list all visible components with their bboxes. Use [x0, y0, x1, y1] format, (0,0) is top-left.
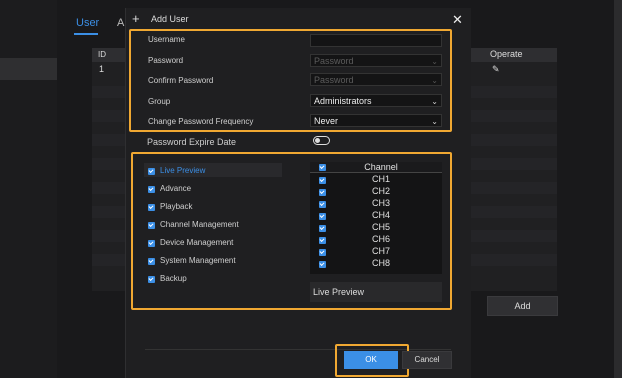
channel-item[interactable]: CH8 [351, 258, 411, 268]
channel-item[interactable]: CH4 [351, 210, 411, 220]
column-header-id: ID [98, 50, 106, 59]
change-password-frequency-select[interactable]: Never ⌄ [310, 114, 442, 127]
username-field[interactable] [310, 34, 442, 47]
checkbox-checked-icon[interactable] [148, 240, 155, 247]
channel-item[interactable]: CH7 [351, 246, 411, 256]
column-header-operate: Operate [490, 49, 523, 59]
tab-user[interactable]: User [76, 17, 99, 29]
channel-panel-footer: Live Preview [310, 282, 442, 302]
permission-playback[interactable]: Playback [160, 202, 192, 211]
checkbox-checked-icon[interactable] [319, 177, 326, 184]
checkbox-checked-icon[interactable] [148, 222, 155, 229]
password-placeholder: Password [314, 56, 354, 66]
chevron-down-icon: ⌄ [431, 57, 438, 66]
checkbox-checked-icon[interactable] [319, 213, 326, 220]
change-password-frequency-value: Never [314, 116, 339, 126]
permission-system-management[interactable]: System Management [160, 256, 236, 265]
checkbox-checked-icon[interactable] [319, 189, 326, 196]
checkbox-checked-icon[interactable] [319, 225, 326, 232]
channel-item[interactable]: CH5 [351, 222, 411, 232]
plus-icon: + [132, 11, 140, 26]
checkbox-checked-icon[interactable] [319, 249, 326, 256]
confirm-password-label: Confirm Password [148, 76, 214, 85]
channel-item[interactable]: CH2 [351, 186, 411, 196]
checkbox-checked-icon[interactable] [148, 168, 155, 175]
permission-backup[interactable]: Backup [160, 274, 187, 283]
checkbox-checked-icon[interactable] [319, 201, 326, 208]
group-select[interactable]: Administrators ⌄ [310, 94, 442, 107]
channel-item[interactable]: CH6 [351, 234, 411, 244]
edit-icon[interactable]: ✎ [492, 64, 500, 75]
channel-header-label: Channel [364, 162, 398, 172]
tab-partial[interactable]: A [117, 17, 124, 29]
confirm-password-field[interactable]: Password ⌄ [310, 73, 442, 86]
password-expire-toggle[interactable] [313, 136, 330, 145]
group-value: Administrators [314, 96, 372, 106]
channel-item[interactable]: CH1 [351, 174, 411, 184]
chevron-down-icon: ⌄ [431, 97, 438, 106]
ok-button[interactable]: OK [344, 351, 398, 369]
tab-active-indicator [74, 33, 98, 35]
chevron-down-icon: ⌄ [431, 117, 438, 126]
checkbox-checked-icon[interactable] [148, 204, 155, 211]
sidebar-item-selected[interactable] [0, 58, 57, 80]
permission-device-management[interactable]: Device Management [160, 238, 233, 247]
checkbox-checked-icon[interactable] [148, 186, 155, 193]
cancel-button[interactable]: Cancel [402, 351, 452, 369]
username-label: Username [148, 35, 185, 44]
table-cell-id: 1 [99, 64, 105, 74]
password-expire-date-label: Password Expire Date [147, 137, 237, 147]
chevron-down-icon: ⌄ [431, 76, 438, 85]
permission-live-preview[interactable]: Live Preview [160, 166, 205, 175]
channel-item[interactable]: CH3 [351, 198, 411, 208]
change-password-frequency-label: Change Password Frequency [148, 117, 254, 126]
group-label: Group [148, 97, 171, 106]
checkbox-checked-icon[interactable] [319, 164, 326, 171]
checkbox-checked-icon[interactable] [148, 258, 155, 265]
close-icon[interactable]: ✕ [452, 12, 463, 28]
add-user-button[interactable]: Add [487, 296, 558, 316]
checkbox-checked-icon[interactable] [319, 237, 326, 244]
permission-channel-management[interactable]: Channel Management [160, 220, 239, 229]
checkbox-checked-icon[interactable] [319, 261, 326, 268]
confirm-password-placeholder: Password [314, 75, 354, 85]
permission-advance[interactable]: Advance [160, 184, 191, 193]
left-sidebar [0, 0, 57, 378]
dialog-title: Add User [151, 14, 189, 24]
password-field[interactable]: Password ⌄ [310, 54, 442, 67]
password-label: Password [148, 56, 184, 65]
checkbox-checked-icon[interactable] [148, 276, 155, 283]
